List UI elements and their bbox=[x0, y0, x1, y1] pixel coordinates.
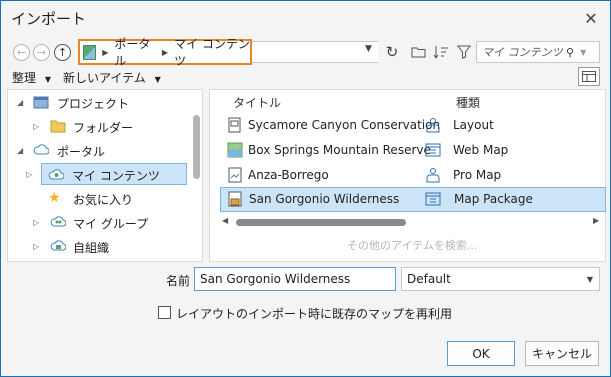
organize-menu[interactable]: 整理 ▼ bbox=[12, 69, 51, 86]
list-item[interactable]: Box Springs Mountain Reserve Web Map bbox=[220, 138, 606, 163]
chevron-down-icon: ▼ bbox=[44, 75, 51, 84]
tree-scrollbar-thumb[interactable] bbox=[193, 115, 200, 179]
list-item[interactable]: Anza-Borrego Pro Map bbox=[220, 163, 606, 188]
tree-item-my-groups[interactable]: ▷ マイ グループ bbox=[11, 211, 191, 233]
collapsed-arrow-icon[interactable]: ▷ bbox=[26, 170, 32, 179]
reuse-maps-checkbox[interactable] bbox=[158, 306, 171, 319]
search-more-items-link[interactable]: その他のアイテムを検索... bbox=[347, 237, 477, 253]
layout-type-icon bbox=[426, 118, 440, 133]
item-title: Box Springs Mountain Reserve bbox=[248, 143, 431, 157]
map-package-type-icon bbox=[425, 192, 441, 206]
address-bar-extension[interactable] bbox=[252, 41, 378, 63]
item-type: Pro Map bbox=[453, 168, 502, 182]
tree-item-project[interactable]: ◢ プロジェクト bbox=[11, 91, 191, 113]
layout-icon bbox=[228, 117, 241, 133]
breadcrumb-portal[interactable]: ポータル bbox=[114, 35, 156, 69]
breadcrumb-separator-icon: ▶ bbox=[102, 47, 109, 57]
name-label: 名前 bbox=[166, 274, 191, 288]
column-header-type[interactable]: 種類 bbox=[456, 94, 480, 111]
web-map-type-icon bbox=[425, 143, 441, 157]
my-content-icon bbox=[48, 169, 64, 180]
tree-item-label: ポータル bbox=[57, 145, 106, 159]
back-arrow-icon[interactable]: ← bbox=[13, 44, 30, 61]
tree-item-label: マイ グループ bbox=[73, 217, 149, 231]
favorites-star-icon: ★ bbox=[48, 190, 61, 206]
expanded-arrow-icon[interactable]: ◢ bbox=[17, 146, 23, 155]
item-title: Anza-Borrego bbox=[248, 168, 329, 182]
tree-item-label: フォルダー bbox=[73, 121, 134, 135]
collapsed-arrow-icon[interactable]: ▷ bbox=[33, 122, 39, 131]
tree-item-label: マイ コンテンツ bbox=[72, 169, 160, 183]
pro-map-type-icon bbox=[426, 168, 440, 183]
item-type: Map Package bbox=[454, 192, 533, 206]
forward-arrow-icon[interactable]: → bbox=[33, 44, 50, 61]
cloud-icon bbox=[33, 144, 49, 155]
organization-icon bbox=[50, 240, 66, 251]
cancel-button[interactable]: キャンセル bbox=[525, 341, 599, 366]
breadcrumb-separator-icon: ▶ bbox=[161, 47, 169, 57]
title-bar: インポート ✕ bbox=[1, 1, 610, 35]
filter-select-value: Default bbox=[407, 272, 451, 286]
breadcrumb-my-content[interactable]: マイ コンテンツ bbox=[174, 35, 250, 69]
ok-button[interactable]: OK bbox=[447, 341, 515, 366]
search-input[interactable]: マイ コンテンツ の検索 bbox=[477, 44, 563, 60]
sort-icon[interactable] bbox=[430, 42, 452, 62]
portal-icon bbox=[83, 44, 97, 60]
groups-icon bbox=[50, 216, 66, 227]
expanded-arrow-icon[interactable]: ◢ bbox=[17, 98, 23, 107]
refresh-icon[interactable]: ↻ bbox=[381, 42, 403, 62]
address-dropdown-icon[interactable]: ▼ bbox=[365, 44, 372, 54]
map-package-icon bbox=[228, 191, 242, 207]
collapsed-arrow-icon[interactable]: ▷ bbox=[33, 242, 39, 251]
list-item-selected[interactable]: San Gorgonio Wilderness Map Package bbox=[220, 187, 606, 212]
collapsed-arrow-icon[interactable]: ▷ bbox=[33, 218, 39, 227]
column-header-title[interactable]: タイトル bbox=[233, 94, 281, 111]
up-arrow-icon[interactable]: ↑ bbox=[54, 44, 71, 61]
tree-item-organization[interactable]: ▷ 自組織 bbox=[11, 235, 191, 257]
project-icon bbox=[33, 96, 49, 109]
scroll-left-icon[interactable]: ◀ bbox=[222, 216, 228, 225]
tree-item-my-content[interactable]: ▷ マイ コンテンツ bbox=[26, 163, 187, 185]
tree-item-folders[interactable]: ▷ フォルダー bbox=[11, 115, 191, 137]
search-dropdown-icon[interactable]: ▼ bbox=[580, 48, 586, 57]
filter-icon[interactable] bbox=[454, 42, 474, 62]
tree-item-portal[interactable]: ◢ ポータル bbox=[11, 139, 191, 161]
name-input-value: San Gorgonio Wilderness bbox=[200, 272, 351, 286]
tree-item-label: お気に入り bbox=[73, 193, 134, 207]
folder-icon bbox=[50, 120, 66, 133]
tree-item-label: プロジェクト bbox=[57, 97, 130, 111]
horizontal-scrollbar-thumb[interactable] bbox=[236, 219, 406, 226]
new-item-menu[interactable]: 新しいアイテム ▼ bbox=[63, 69, 161, 86]
reuse-maps-label: レイアウトのインポート時に既存のマップを再利用 bbox=[176, 307, 453, 321]
address-bar[interactable]: ▶ ポータル ▶ マイ コンテンツ bbox=[78, 37, 252, 68]
search-icon[interactable]: ⚲ bbox=[566, 46, 574, 59]
view-toggle-icon[interactable] bbox=[578, 67, 600, 86]
tree-item-favorites[interactable]: ★ お気に入り bbox=[11, 187, 191, 209]
list-item[interactable]: Sycamore Canyon Conservation Layout bbox=[220, 113, 606, 138]
window-title: インポート bbox=[11, 10, 87, 28]
new-item-menu-label: 新しいアイテム bbox=[63, 71, 146, 85]
import-dialog: インポート ✕ ← → ↑ ▶ ポータル ▶ マイ コンテンツ ▼ ↻ マイ コ… bbox=[0, 0, 611, 377]
item-title: Sycamore Canyon Conservation bbox=[248, 118, 441, 132]
item-title: San Gorgonio Wilderness bbox=[249, 192, 400, 206]
item-type: Layout bbox=[453, 118, 494, 132]
filter-select[interactable]: Default ▼ bbox=[401, 267, 600, 291]
organize-menu-label: 整理 bbox=[12, 71, 37, 85]
chevron-down-icon: ▼ bbox=[586, 275, 593, 284]
close-icon[interactable]: ✕ bbox=[580, 7, 602, 29]
chevron-down-icon: ▼ bbox=[154, 75, 161, 84]
name-input[interactable]: San Gorgonio Wilderness bbox=[194, 267, 396, 291]
search-box[interactable]: マイ コンテンツ の検索 ⚲ ▼ bbox=[476, 41, 600, 63]
pro-map-icon bbox=[228, 167, 242, 183]
scroll-right-icon[interactable]: ▶ bbox=[593, 216, 599, 225]
tree-item-label: 自組織 bbox=[73, 241, 110, 255]
new-folder-icon[interactable] bbox=[407, 42, 429, 62]
web-map-icon bbox=[227, 142, 243, 158]
item-type: Web Map bbox=[453, 143, 509, 157]
